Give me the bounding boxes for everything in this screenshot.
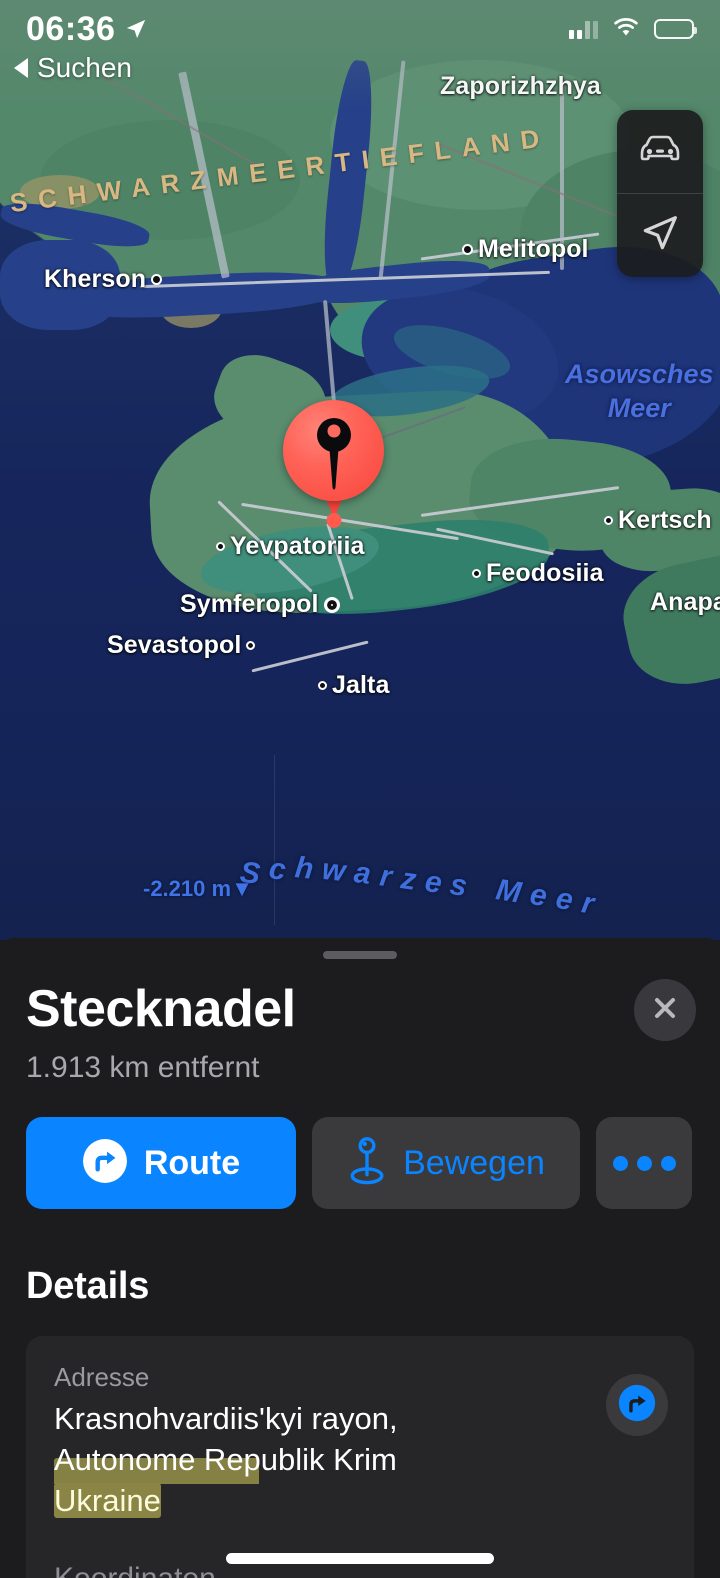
place-detail-sheet[interactable]: Stecknadel 1.913 km entfernt Route Beweg…	[0, 938, 720, 1578]
city-marker-feodosiia[interactable]: Feodosiia	[472, 559, 604, 588]
city-dot-icon	[472, 569, 481, 578]
address-line-2-wrap: Autonome Republik Krim	[54, 1440, 666, 1485]
route-turn-icon	[82, 1138, 128, 1189]
address-label: Adresse	[54, 1362, 150, 1393]
map-label-asowsches-line1: Asowsches	[565, 359, 714, 389]
city-marker-yevpatoriia[interactable]: Yevpatoriia	[216, 532, 365, 561]
map-pin[interactable]	[283, 400, 384, 528]
route-turn-icon	[618, 1384, 656, 1427]
address-line-3-wrap: Ukraine	[54, 1481, 666, 1522]
city-dot-icon	[318, 681, 327, 690]
city-dot-icon	[216, 542, 225, 551]
move-pin-button[interactable]: Bewegen	[312, 1117, 580, 1210]
car-icon	[637, 134, 683, 169]
city-marker-jalta[interactable]: Jalta	[318, 671, 389, 700]
address-value: Krasnohvardiis'kyi rayon, Autonome Repub…	[54, 1399, 666, 1522]
close-sheet-button[interactable]	[634, 979, 696, 1041]
status-clock-group: 06:36	[26, 10, 147, 49]
close-x-icon	[650, 993, 680, 1028]
status-indicators	[569, 16, 697, 42]
city-label: Anapa	[650, 588, 720, 616]
city-label: Jalta	[332, 671, 390, 699]
traffic-car-button[interactable]	[617, 110, 703, 193]
address-line-3: Ukraine	[54, 1482, 161, 1518]
locate-me-button[interactable]	[617, 194, 703, 277]
map-depth-caret: ▼	[231, 876, 253, 901]
city-marker-sevastopol[interactable]: Sevastopol	[107, 631, 256, 660]
pin-bubble	[283, 400, 384, 501]
address-route-button[interactable]	[606, 1374, 668, 1437]
move-pin-button-label: Bewegen	[403, 1143, 545, 1182]
city-dot-icon	[323, 596, 340, 613]
map-depth-value: -2.210 m	[143, 876, 232, 901]
address-line-1: Krasnohvardiis'kyi rayon,	[54, 1401, 398, 1437]
city-dot-icon	[246, 641, 256, 650]
move-pin-icon	[347, 1136, 387, 1191]
city-marker-anapa[interactable]: Anapa	[650, 588, 720, 617]
pushpin-icon	[313, 416, 355, 495]
map-label-asowsches-meer: Asowsches Meer	[565, 358, 714, 426]
city-marker-melitopol[interactable]: Melitopol	[462, 235, 589, 264]
back-to-search-button[interactable]: Suchen	[14, 52, 132, 84]
city-label: Feodosiia	[486, 559, 604, 587]
route-button[interactable]: Route	[26, 1117, 296, 1210]
action-buttons-row: Route Bewegen	[0, 1085, 720, 1210]
city-label: Yevpatoriia	[230, 532, 365, 560]
battery-full-icon	[654, 19, 697, 39]
map-graticule	[274, 755, 275, 925]
city-marker-kertsch[interactable]: Kertsch	[604, 506, 712, 535]
coordinates-label: Koordinaten	[54, 1522, 666, 1578]
route-button-label: Route	[143, 1143, 241, 1182]
city-marker-kherson[interactable]: Kherson	[44, 265, 163, 294]
location-arrow-icon	[125, 18, 147, 40]
sheet-grabber[interactable]	[323, 951, 397, 959]
place-distance: 1.913 km entfernt	[26, 1051, 260, 1085]
address-card[interactable]: Adresse Krasnohvardiis'kyi rayon, Autono…	[26, 1336, 694, 1578]
home-indicator[interactable]	[226, 1553, 494, 1564]
cellular-signal-icon	[569, 19, 598, 39]
triangle-left-icon	[14, 58, 28, 78]
place-title: Stecknadel	[26, 980, 296, 1038]
wifi-icon	[612, 16, 640, 42]
city-label: Melitopol	[478, 235, 589, 263]
city-label: Kherson	[44, 265, 147, 293]
city-marker-symferopol[interactable]: Symferopol	[180, 590, 340, 619]
navigation-arrow-icon	[640, 213, 680, 258]
city-dot-icon	[462, 244, 473, 255]
status-time: 06:36	[26, 9, 116, 48]
map-label-schwarzes-meer: SchwarzesMeer	[238, 851, 597, 921]
more-options-button[interactable]	[596, 1117, 692, 1210]
map-canvas[interactable]: SCHWARZMEERTIEFLAND Asowsches Meer Schwa…	[0, 0, 720, 940]
city-dot-icon	[604, 516, 613, 525]
city-label: Kertsch	[618, 506, 712, 534]
ellipsis-icon	[612, 1155, 676, 1171]
details-heading: Details	[26, 1265, 150, 1308]
city-label: Symferopol	[180, 590, 319, 618]
status-bar: 06:36	[0, 0, 720, 58]
back-button-label: Suchen	[37, 52, 132, 83]
city-label: Sevastopol	[107, 631, 242, 659]
iphone-maps-screen: SCHWARZMEERTIEFLAND Asowsches Meer Schwa…	[0, 0, 720, 1578]
map-label-asowsches-line2: Meer	[607, 392, 671, 423]
sheet-header: Stecknadel 1.913 km entfernt	[0, 959, 720, 1085]
map-controls-panel	[617, 110, 703, 277]
pin-anchor-dot	[326, 513, 341, 528]
address-line-2: Autonome Republik Krim	[54, 1442, 397, 1478]
city-dot-icon	[151, 274, 163, 285]
map-depth-label: -2.210 m▼	[143, 876, 253, 902]
